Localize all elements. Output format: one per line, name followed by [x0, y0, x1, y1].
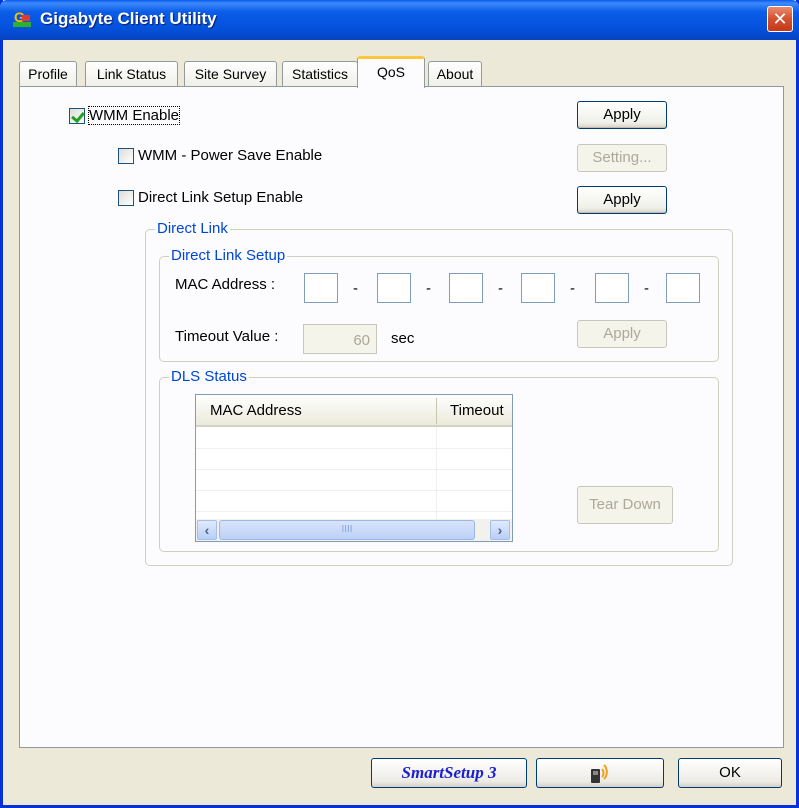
mac-octet-1-input[interactable] [304, 273, 338, 303]
tab-site-survey[interactable]: Site Survey [184, 61, 277, 88]
wmm-power-save-label: WMM - Power Save Enable [138, 147, 323, 164]
tab-qos[interactable]: QoS [357, 56, 425, 88]
wireless-wps-button[interactable] [536, 758, 664, 788]
window-title: Gigabyte Client Utility [40, 9, 217, 28]
wmm-enable-label: WMM Enable [87, 106, 181, 125]
dls-setup-apply-button[interactable]: Apply [577, 320, 667, 348]
title-bar[interactable]: G Gigabyte Client Utility ✕ [0, 0, 799, 40]
checkbox-unchecked-icon[interactable] [118, 189, 134, 206]
list-row-line [196, 469, 512, 470]
mac-separator: - [570, 280, 575, 297]
column-divider[interactable] [436, 398, 437, 424]
mac-separator: - [498, 280, 503, 297]
horizontal-scrollbar[interactable]: ‹ IIII › [196, 519, 512, 541]
mac-separator: - [353, 280, 358, 297]
tab-profile[interactable]: Profile [19, 61, 77, 88]
checkbox-checked-icon[interactable] [69, 107, 85, 124]
wireless-signal-icon [591, 764, 608, 783]
direct-link-legend: Direct Link [155, 220, 230, 237]
mac-octet-3-input[interactable] [449, 273, 483, 303]
dls-enable-checkbox[interactable]: Direct Link Setup Enable [118, 189, 303, 206]
scroll-right-arrow-icon[interactable]: › [490, 520, 510, 540]
column-header-mac-address[interactable]: MAC Address [210, 402, 302, 419]
tab-about[interactable]: About [428, 61, 482, 88]
setting-button[interactable]: Setting... [577, 144, 667, 172]
dls-status-list[interactable]: MAC Address Timeout ‹ IIII › [195, 394, 513, 542]
app-window: G Gigabyte Client Utility ✕ Profile Link… [0, 0, 799, 808]
wmm-power-save-checkbox[interactable]: WMM - Power Save Enable [118, 147, 322, 164]
scrollbar-thumb[interactable]: IIII [219, 520, 475, 540]
timeout-value-input[interactable]: 60 [303, 324, 377, 354]
direct-link-setup-legend: Direct Link Setup [169, 247, 288, 264]
dls-status-legend: DLS Status [169, 368, 249, 385]
wmm-enable-checkbox[interactable]: WMM Enable [69, 106, 181, 125]
smartsetup-label: SmartSetup 3 [401, 763, 497, 782]
tab-link-status[interactable]: Link Status [85, 61, 178, 88]
ok-button[interactable]: OK [678, 758, 782, 788]
dls-enable-label: Direct Link Setup Enable [138, 189, 304, 206]
list-column-line [436, 427, 437, 519]
mac-octet-5-input[interactable] [595, 273, 629, 303]
mac-octet-6-input[interactable] [666, 273, 700, 303]
checkbox-unchecked-icon[interactable] [118, 147, 134, 164]
smartsetup-button[interactable]: SmartSetup 3 [371, 758, 527, 788]
list-row-line [196, 490, 512, 491]
column-header-timeout[interactable]: Timeout [450, 402, 504, 419]
gigabyte-logo-icon: G [13, 9, 31, 27]
mac-separator: - [426, 280, 431, 297]
wmm-apply-button[interactable]: Apply [577, 101, 667, 129]
list-header: MAC Address Timeout [196, 395, 512, 427]
mac-octet-4-input[interactable] [521, 273, 555, 303]
scroll-left-arrow-icon[interactable]: ‹ [197, 520, 217, 540]
mac-address-label: MAC Address : [175, 276, 276, 293]
mac-octet-2-input[interactable] [377, 273, 411, 303]
list-row-line [196, 448, 512, 449]
mac-separator: - [644, 280, 649, 297]
timeout-value-label: Timeout Value : [175, 328, 279, 345]
tear-down-button[interactable]: Tear Down [577, 486, 673, 524]
dls-apply-button[interactable]: Apply [577, 186, 667, 214]
qos-panel: WMM Enable Apply WMM - Power Save Enable… [19, 86, 784, 748]
timeout-unit-label: sec [391, 330, 415, 347]
tab-statistics[interactable]: Statistics [282, 61, 358, 88]
close-button[interactable]: ✕ [767, 6, 793, 32]
list-row-line [196, 511, 512, 512]
